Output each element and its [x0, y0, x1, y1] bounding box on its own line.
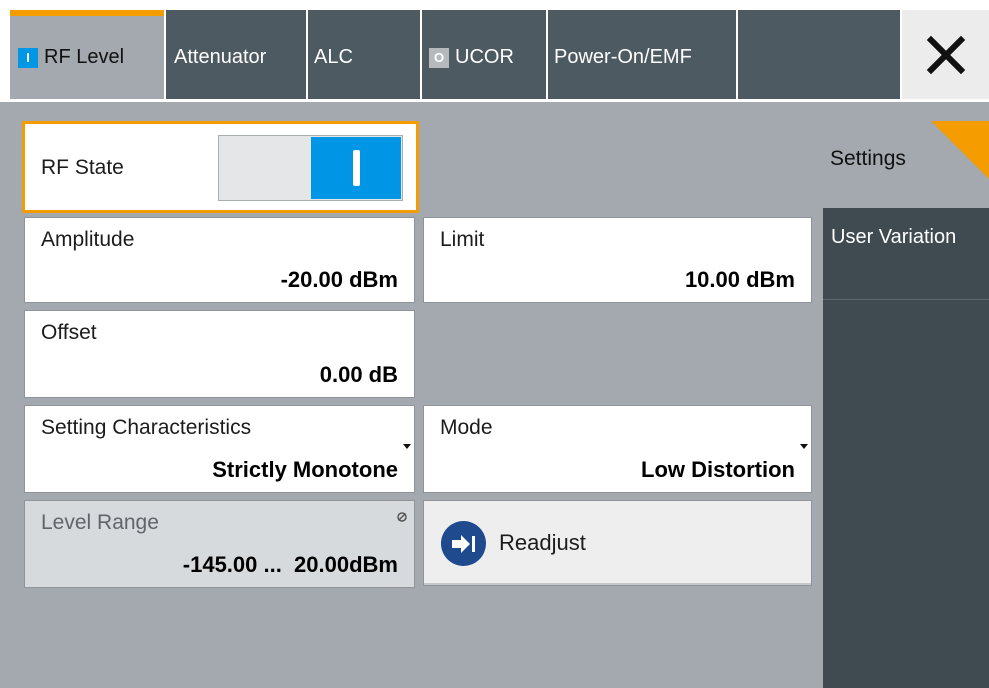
- tab-label: RF Level: [44, 46, 125, 68]
- side-nav-label: User Variation: [831, 226, 957, 248]
- offset-field[interactable]: Offset 0.00 dB: [24, 310, 415, 398]
- level-range-field: Level Range -145.00 ... 20.00dBm: [24, 500, 415, 588]
- state-on-indicator-icon: I: [18, 48, 38, 68]
- tab-label: Attenuator: [174, 46, 267, 68]
- tab-attenuator[interactable]: Attenuator: [166, 10, 306, 99]
- close-icon: [926, 35, 965, 74]
- mode-label: Mode: [440, 416, 493, 439]
- readjust-button[interactable]: Readjust: [423, 500, 812, 586]
- limit-value: 10.00 dBm: [684, 267, 795, 292]
- tab-alc[interactable]: ALC: [308, 10, 420, 99]
- tab-label: Power-On/EMF: [554, 46, 692, 68]
- active-corner-marker: [931, 121, 989, 179]
- side-nav-empty: [823, 300, 989, 688]
- tab-label: UCOR: [455, 46, 514, 68]
- tab-ucor[interactable]: O UCOR: [422, 10, 546, 99]
- level-range-value: -145.00 ... 20.00dBm: [182, 552, 398, 577]
- execute-arrow-icon: [441, 521, 486, 566]
- amplitude-label: Amplitude: [41, 228, 135, 251]
- side-nav-user-variation[interactable]: User Variation: [823, 208, 989, 300]
- tab-power-on-emf[interactable]: Power-On/EMF: [548, 10, 736, 99]
- readjust-label: Readjust: [499, 530, 586, 555]
- level-range-label: Level Range: [41, 511, 159, 534]
- limit-field[interactable]: Limit 10.00 dBm: [423, 217, 812, 303]
- offset-label: Offset: [41, 321, 97, 344]
- rf-state-label: RF State: [41, 156, 124, 179]
- tab-rf-level[interactable]: I RF Level: [10, 10, 164, 99]
- rf-state-control[interactable]: RF State: [22, 121, 419, 213]
- read-only-icon: [397, 512, 407, 522]
- amplitude-field[interactable]: Amplitude -20.00 dBm: [24, 217, 415, 303]
- side-nav-label: Settings: [830, 147, 906, 170]
- limit-label: Limit: [440, 228, 485, 251]
- setting-characteristics-select[interactable]: Setting Characteristics Strictly Monoton…: [24, 405, 415, 493]
- state-off-indicator-icon: O: [429, 48, 449, 68]
- dropdown-arrow-icon: [800, 444, 808, 449]
- close-button[interactable]: [902, 10, 989, 99]
- amplitude-value: -20.00 dBm: [280, 267, 398, 292]
- toggle-on-knob: [311, 137, 401, 199]
- tab-empty: [738, 10, 900, 99]
- setting-characteristics-value: Strictly Monotone: [212, 457, 398, 482]
- dropdown-arrow-icon: [403, 444, 411, 449]
- side-nav-settings[interactable]: Settings: [825, 121, 989, 208]
- rf-state-toggle[interactable]: [218, 135, 403, 201]
- mode-select[interactable]: Mode Low Distortion: [423, 405, 812, 493]
- on-bar-icon: [352, 150, 360, 186]
- tab-label: ALC: [314, 46, 353, 68]
- setting-characteristics-label: Setting Characteristics: [41, 416, 252, 439]
- tab-bar: I RF Level Attenuator ALC O UCOR Power-O…: [0, 0, 989, 102]
- mode-value: Low Distortion: [641, 457, 795, 482]
- offset-value: 0.00 dB: [319, 362, 398, 387]
